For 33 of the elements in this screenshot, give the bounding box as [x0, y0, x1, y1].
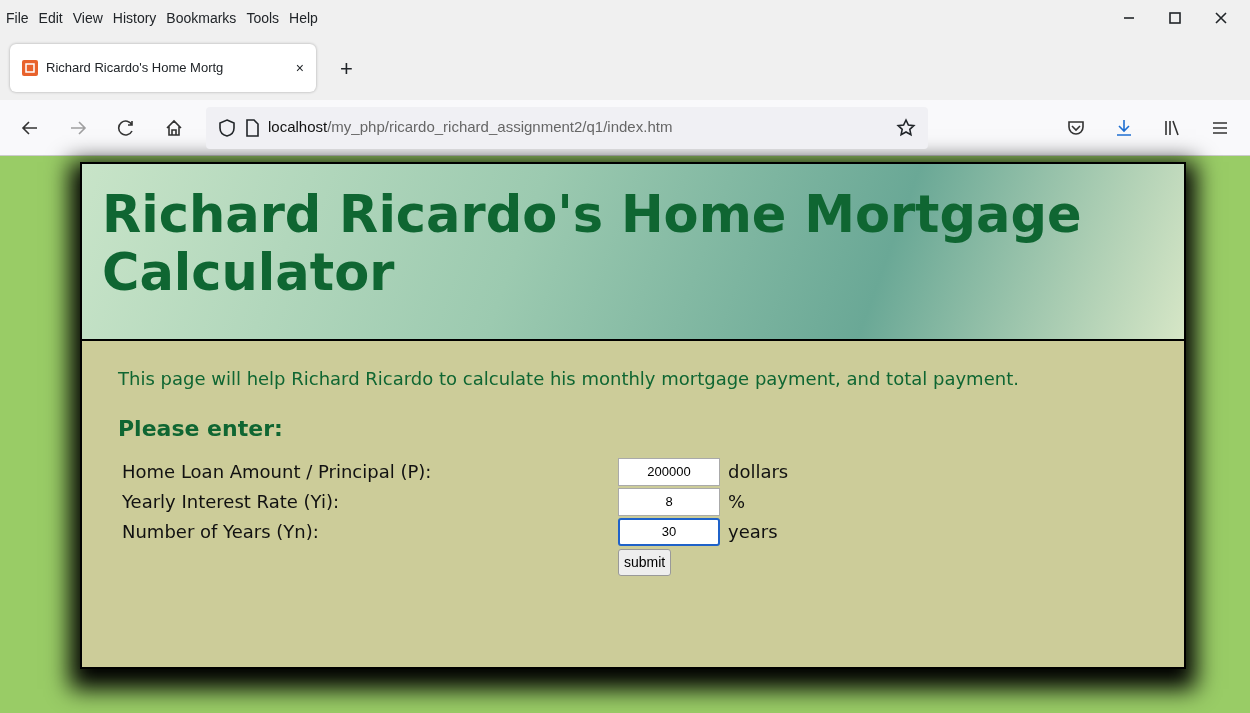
section-heading: Please enter:: [118, 414, 284, 443]
unit-label: %: [728, 490, 746, 515]
menu-item[interactable]: History: [112, 7, 157, 29]
menu-item[interactable]: View: [72, 7, 103, 29]
page-title: Richard Ricardo's Home Mortgage Calculator: [102, 186, 1083, 302]
menu-item[interactable]: Bookmarks: [166, 7, 237, 29]
reload-icon[interactable]: [116, 117, 136, 138]
intro-text: This page will help Richard Ricardo to calculate his monthly mortgage payment, and total payment.: [118, 369, 1020, 390]
submit-button[interactable]: submit: [618, 548, 672, 576]
unit-label: dollars: [728, 460, 789, 485]
menu-item[interactable]: Help: [289, 7, 318, 29]
tab-title: Richard Ricardo's Home Mortg: [46, 59, 225, 78]
tab-close[interactable]: ×: [295, 57, 304, 79]
unit-label: years: [728, 520, 778, 545]
browser-tab[interactable]: Richard Ricardo's Home Mortg ×: [10, 44, 316, 92]
input-field[interactable]: 8: [618, 487, 720, 516]
menu-item[interactable]: Edit: [38, 7, 63, 29]
maximize-icon[interactable]: [1167, 11, 1183, 25]
page-icon[interactable]: [244, 117, 260, 138]
field-label: Yearly Interest Rate (Yi):: [121, 490, 341, 515]
input-field[interactable]: 30: [618, 517, 720, 546]
close-icon[interactable]: [1213, 11, 1229, 25]
new-tab-button[interactable]: +: [340, 51, 353, 85]
home-icon[interactable]: [164, 117, 184, 138]
star-icon[interactable]: [896, 117, 916, 138]
field-label: Number of Years (Yn):: [121, 520, 320, 545]
menu-item[interactable]: File: [6, 7, 29, 29]
field-label: Home Loan Amount / Principal (P):: [121, 460, 433, 485]
site-icon: [22, 60, 38, 76]
download-icon[interactable]: [1114, 117, 1134, 138]
input-field[interactable]: 200000: [618, 457, 720, 486]
menu-item[interactable]: Tools: [246, 7, 280, 29]
shield-icon[interactable]: [218, 117, 236, 138]
